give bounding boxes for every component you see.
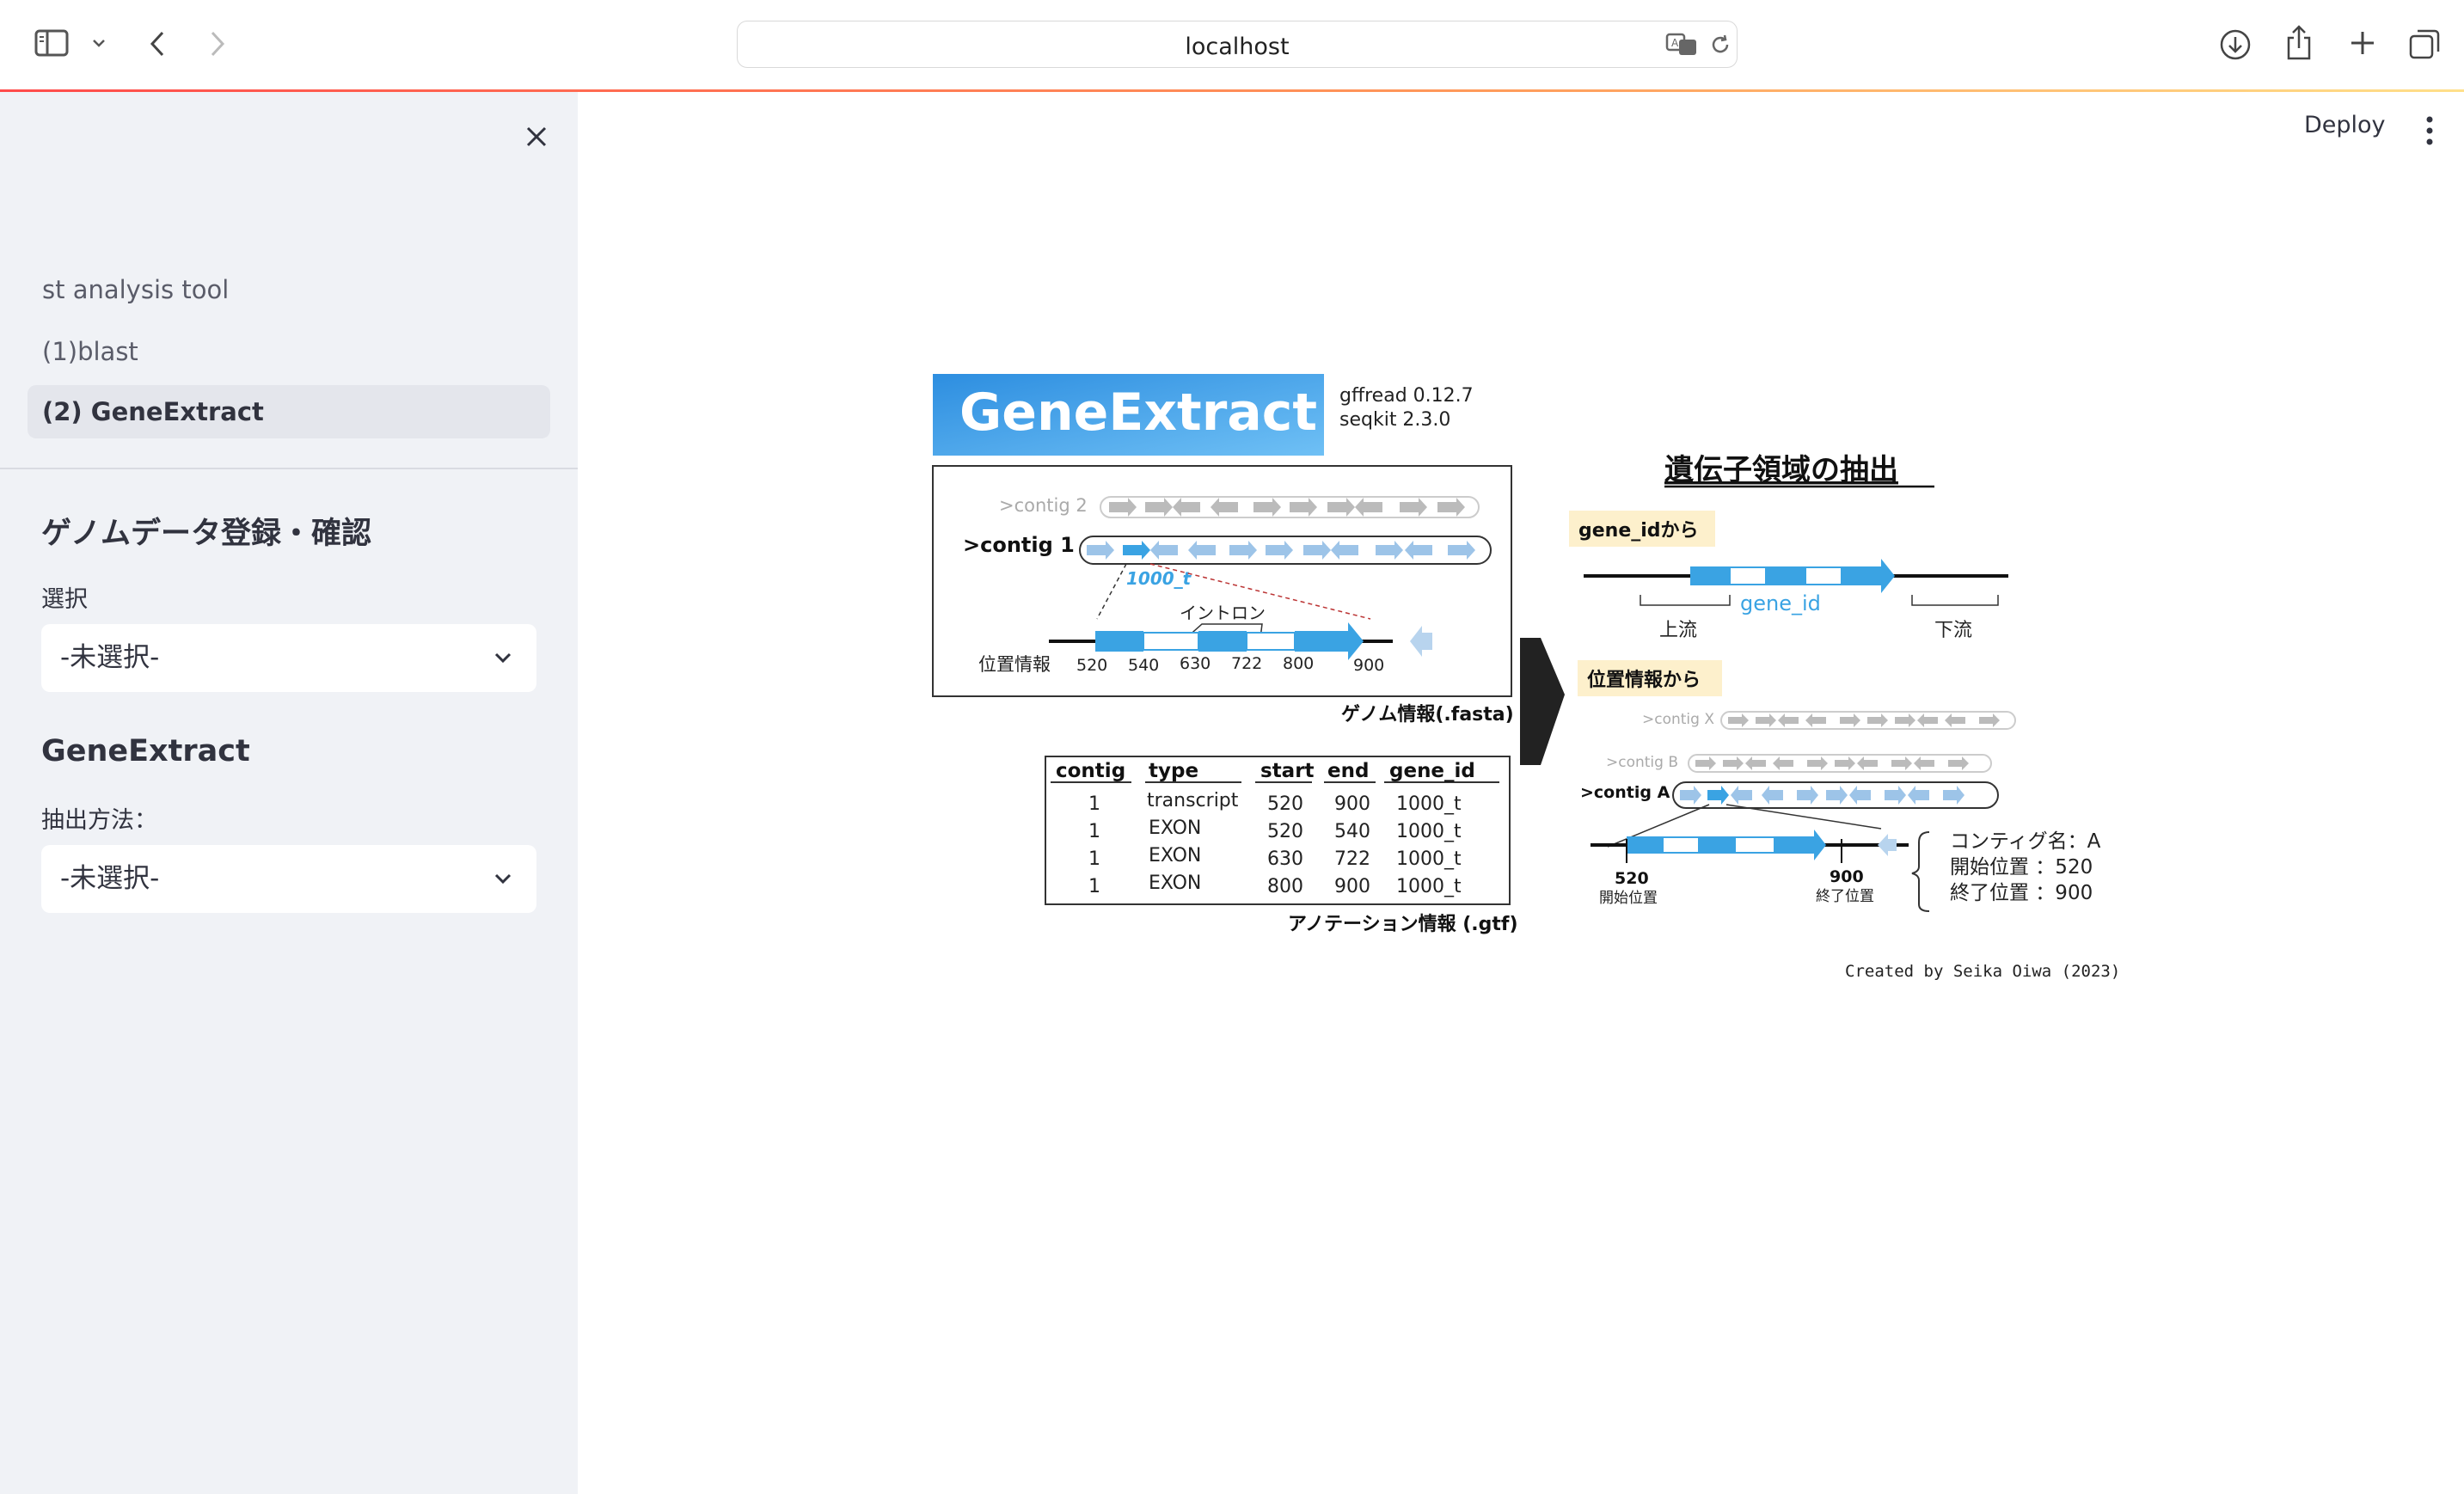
table-cell: 1000_t — [1396, 793, 1462, 815]
chevron-down-icon[interactable] — [89, 34, 108, 52]
translate-icon[interactable]: A — [1664, 32, 1699, 58]
sidebar-item-st-analysis-tool[interactable]: st analysis tool — [28, 263, 550, 316]
address-bar[interactable]: localhost A — [737, 21, 1738, 68]
table-cell: 722 — [1334, 848, 1370, 870]
table-cell: EXON — [1149, 817, 1201, 839]
tab-overview-icon[interactable] — [2407, 26, 2443, 62]
position-info-label: 位置情報 — [978, 654, 1051, 675]
credit-text: Created by Seika Oiwa (2023) — [1845, 962, 2120, 981]
contig2-label: >contig 2 — [999, 495, 1088, 516]
url-text: localhost — [1185, 34, 1290, 60]
upstream-label: 上流 — [1659, 620, 1697, 641]
deploy-button[interactable]: Deploy — [2304, 112, 2386, 138]
geneextract-section-title: GeneExtract — [41, 734, 250, 768]
table-cell: 1000_t — [1396, 848, 1462, 870]
start-value: 520 — [1615, 869, 1649, 888]
downstream-label: 下流 — [1934, 620, 1972, 641]
table-cell: 540 — [1334, 821, 1370, 842]
info-contig-name: コンティグ名：A — [1950, 830, 2101, 853]
close-sidebar-icon[interactable] — [518, 118, 555, 156]
col-header-end: end — [1327, 760, 1369, 782]
extract-method-select-value: -未選択- — [60, 863, 160, 894]
back-arrow-icon[interactable] — [143, 28, 172, 60]
extract-method-select[interactable]: -未選択- — [41, 845, 536, 913]
geneextract-diagram: GeneExtract gffread 0.12.7 seqkit 2.3.0 … — [932, 374, 2120, 981]
chevron-down-icon — [494, 873, 512, 885]
contig-b-label: >contig B — [1606, 754, 1678, 771]
genome-section-title: ゲノムデータ登録・確認 — [41, 517, 371, 551]
table-cell: EXON — [1149, 873, 1201, 894]
reload-icon[interactable] — [1707, 32, 1733, 58]
table-cell: transcript — [1147, 790, 1239, 811]
more-options-icon[interactable] — [2424, 115, 2435, 146]
flow-arrow — [1520, 638, 1565, 765]
table-cell: 1 — [1088, 876, 1100, 897]
svg-text:A: A — [1671, 37, 1679, 49]
table-cell: 1000_t — [1396, 821, 1462, 842]
genome-select[interactable]: -未選択- — [41, 624, 536, 692]
genome-select-value: -未選択- — [60, 642, 160, 673]
sidebar: st analysis tool (1)blast (2) GeneExtrac… — [0, 92, 578, 1494]
gtf-caption: アノテーション情報 (.gtf) — [1288, 913, 1518, 935]
position-tag-label: 位置情報から — [1587, 669, 1701, 691]
table-cell: 630 — [1267, 848, 1303, 870]
start-position-label: 開始位置 — [1599, 890, 1658, 907]
table-cell: 1 — [1088, 793, 1100, 815]
pos-800: 800 — [1283, 654, 1314, 673]
upstream-bracket — [1640, 595, 1731, 606]
table-cell: EXON — [1149, 845, 1201, 866]
info-brace — [1911, 831, 1930, 912]
sidebar-item-blast[interactable]: (1)blast — [28, 325, 550, 378]
pos-630: 630 — [1180, 654, 1211, 673]
table-cell: 1000_t — [1396, 876, 1462, 897]
gene-id-label: gene_id — [1740, 591, 1821, 615]
share-icon[interactable] — [2282, 22, 2316, 62]
col-header-gene-id: gene_id — [1389, 760, 1475, 782]
version-seqkit: seqkit 2.3.0 — [1339, 409, 1450, 431]
downstream-bracket — [1911, 595, 1999, 606]
table-cell: 520 — [1267, 793, 1303, 815]
browser-toolbar: localhost A — [0, 0, 2464, 89]
info-start-position: 開始位置 ：520 — [1950, 856, 2093, 879]
end-value: 900 — [1830, 867, 1864, 886]
table-cell: 900 — [1334, 793, 1370, 815]
pos-900: 900 — [1353, 656, 1384, 675]
extract-method-label: 抽出方法： — [41, 807, 157, 834]
table-cell: 1 — [1088, 848, 1100, 870]
new-tab-icon[interactable] — [2345, 26, 2380, 60]
chevron-down-icon — [494, 652, 512, 664]
table-cell: 520 — [1267, 821, 1303, 842]
forward-arrow-icon[interactable] — [203, 28, 232, 60]
select-label: 選択 — [41, 586, 88, 613]
version-gffread: gffread 0.12.7 — [1339, 385, 1474, 407]
right-panel-title: 遺伝子領域の抽出 — [1664, 453, 1898, 487]
sidebar-divider — [0, 468, 578, 469]
table-cell: 800 — [1267, 876, 1303, 897]
sidebar-item-geneextract[interactable]: (2) GeneExtract — [28, 385, 550, 438]
end-position-label: 終了位置 — [1816, 888, 1874, 905]
fasta-caption: ゲノム情報(.fasta) — [1341, 703, 1514, 726]
pos-722: 722 — [1231, 654, 1262, 673]
table-cell: 1 — [1088, 821, 1100, 842]
sidebar-toggle-icon[interactable] — [33, 26, 70, 60]
banner-title: GeneExtract — [959, 383, 1317, 443]
gene-id-exons — [1690, 559, 1895, 593]
pos-520: 520 — [1076, 656, 1107, 675]
col-header-type: type — [1149, 760, 1198, 782]
contig1-label: >contig 1 — [963, 533, 1075, 557]
download-icon[interactable] — [2216, 26, 2254, 64]
col-header-contig: contig — [1056, 760, 1125, 782]
contig-a-label: >contig A — [1580, 783, 1670, 802]
info-end-position: 終了位置 ：900 — [1950, 882, 2093, 904]
col-header-start: start — [1260, 760, 1315, 782]
intron-label: イントロン — [1180, 603, 1266, 623]
contig-x-label: >contig X — [1642, 711, 1714, 728]
gene-id-tag-label: gene_idから — [1578, 520, 1699, 542]
pos-540: 540 — [1128, 656, 1159, 675]
table-cell: 900 — [1334, 876, 1370, 897]
